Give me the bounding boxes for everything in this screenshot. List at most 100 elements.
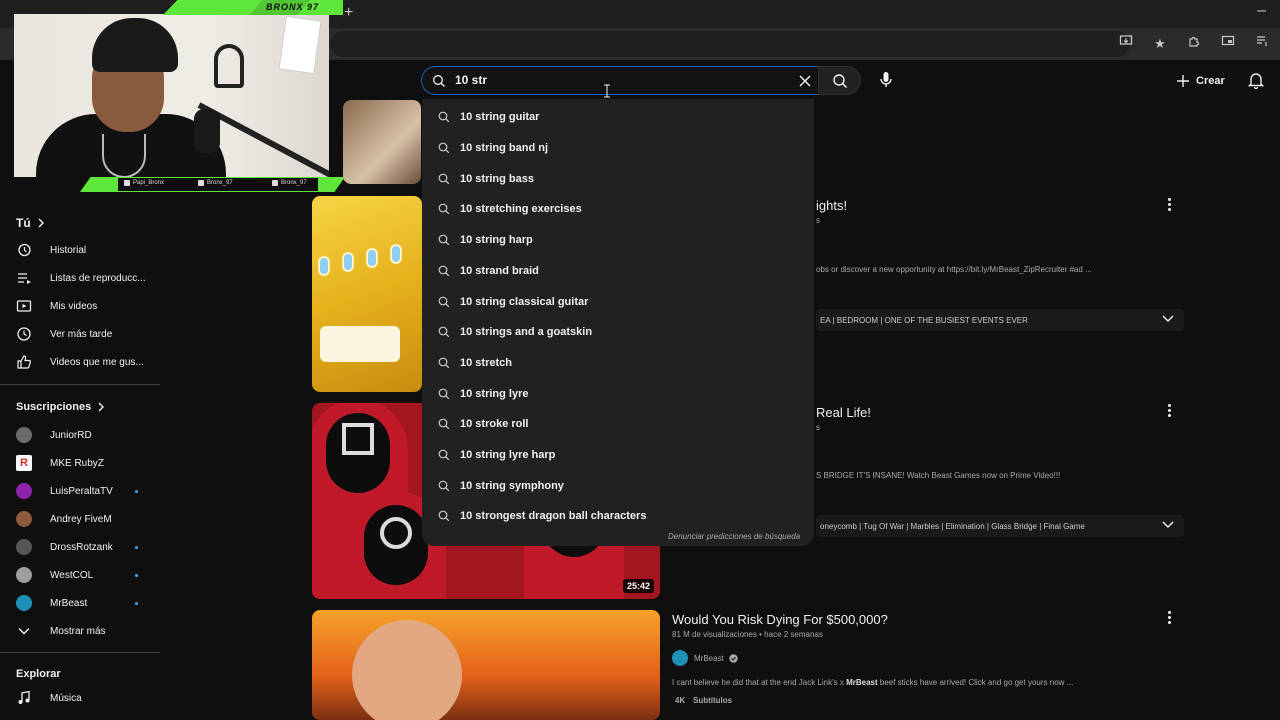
sidebar-divider xyxy=(0,384,160,385)
like-icon xyxy=(16,354,32,370)
search-input[interactable]: 10 str xyxy=(421,66,818,95)
suggestion-text: 10 string bass xyxy=(460,173,534,185)
voice-search-mic-icon[interactable] xyxy=(876,71,896,89)
search-suggestion[interactable]: 10 string bass xyxy=(422,165,814,193)
sidebar-item-liked-videos[interactable]: Videos que me gus... xyxy=(16,352,144,372)
video-chapters-bar[interactable]: oneycomb | Tug Of War | Marbles | Elimin… xyxy=(816,515,1184,537)
clear-search-icon[interactable] xyxy=(797,73,813,89)
search-suggestion[interactable]: 10 stretch xyxy=(422,349,814,377)
history-icon xyxy=(16,242,32,258)
search-icon xyxy=(833,74,848,89)
sidebar-you-heading[interactable]: Tú xyxy=(16,216,45,230)
youtube-icon xyxy=(272,180,278,186)
search-suggestion[interactable]: 10 string classical guitar xyxy=(422,288,814,316)
sidebar-item-playlists[interactable]: Listas de reproducc... xyxy=(16,268,146,288)
search-icon xyxy=(438,203,450,215)
video-duration: 25:42 xyxy=(622,579,654,593)
video-thumbnail[interactable] xyxy=(343,100,421,184)
chevron-down-icon xyxy=(1162,315,1174,322)
chapters-text: EA | BEDROOM | ONE OF THE BUSIEST EVENTS… xyxy=(820,315,1028,325)
report-predictions-link[interactable]: Denunciar predicciones de búsqueda xyxy=(668,532,800,541)
suggestion-text: 10 string classical guitar xyxy=(460,296,589,308)
sidebar-explore-heading: Explorar xyxy=(16,668,61,680)
sidebar-subscription[interactable]: JuniorRD xyxy=(16,425,92,445)
sidebar-item-my-videos[interactable]: Mis videos xyxy=(16,296,97,316)
video-options-menu[interactable] xyxy=(1168,404,1172,419)
sidebar-item-watch-later[interactable]: Ver más tarde xyxy=(16,324,112,344)
sidebar-heading-label: Explorar xyxy=(16,668,61,680)
search-suggestion[interactable]: 10 stroke roll xyxy=(422,410,814,438)
search-suggestion[interactable]: 10 string symphony xyxy=(422,472,814,500)
cast-icon[interactable] xyxy=(1218,34,1238,54)
reading-list-icon[interactable] xyxy=(1252,34,1272,54)
subscription-label: Andrey FiveM xyxy=(50,513,112,525)
plus-icon xyxy=(1177,75,1189,87)
search-suggestion[interactable]: 10 strand braid xyxy=(422,257,814,285)
sidebar-item-label: Listas de reproducc... xyxy=(50,272,146,284)
install-app-icon[interactable] xyxy=(1116,34,1136,54)
subscription-label: MKE RubyZ xyxy=(50,457,104,469)
search-suggestion[interactable]: 10 string lyre xyxy=(422,380,814,408)
description-text: beef sticks have arrived! Click and go g… xyxy=(877,678,1074,687)
minimize-window-button[interactable]: – xyxy=(1257,2,1266,20)
search-suggestion[interactable]: 10 string lyre harp xyxy=(422,441,814,469)
sidebar-show-more[interactable]: Mostrar más xyxy=(16,621,106,641)
suggestion-text: 10 string symphony xyxy=(460,480,564,492)
search-suggestion[interactable]: 10 string guitar xyxy=(422,103,814,131)
extensions-icon[interactable] xyxy=(1184,34,1204,54)
video-meta: s xyxy=(816,216,820,225)
search-button[interactable] xyxy=(818,66,861,95)
video-chapters-bar[interactable]: EA | BEDROOM | ONE OF THE BUSIEST EVENTS… xyxy=(816,309,1184,331)
video-title[interactable]: Real Life! xyxy=(816,405,871,420)
suggestion-text: 10 stretch xyxy=(460,357,512,369)
bookmark-star-icon[interactable]: ★ xyxy=(1150,34,1170,54)
sidebar-subscription[interactable]: R MKE RubyZ xyxy=(16,453,104,473)
address-bar[interactable] xyxy=(330,31,1130,57)
description-text: I cant believe he did that at the end Ja… xyxy=(672,678,847,687)
sidebar-subscription[interactable]: LuisPeraltaTV xyxy=(16,481,113,501)
text-cursor-icon xyxy=(604,84,610,98)
subscription-label: JuniorRD xyxy=(50,429,92,441)
social-handle: Bronx_97 xyxy=(207,180,233,186)
suggestion-text: 10 strings and a goatskin xyxy=(460,326,593,338)
video-options-menu[interactable] xyxy=(1168,198,1172,213)
webcam-overlay xyxy=(14,14,329,177)
music-icon xyxy=(16,690,32,706)
sidebar-subscription[interactable]: MrBeast xyxy=(16,593,87,613)
suggestion-text: 10 string guitar xyxy=(460,111,540,123)
channel-avatar[interactable] xyxy=(672,650,688,666)
video-thumbnail[interactable] xyxy=(312,196,422,392)
sidebar-subscription[interactable]: Andrey FiveM xyxy=(16,509,112,529)
new-tab-button[interactable]: + xyxy=(344,4,353,22)
video-title[interactable]: ights! xyxy=(816,198,847,213)
search-suggestion[interactable]: 10 strongest dragon ball characters xyxy=(422,502,814,530)
create-button[interactable]: Crear xyxy=(1176,70,1225,92)
channel-avatar xyxy=(16,567,32,583)
verified-check-icon xyxy=(729,654,738,663)
search-icon xyxy=(438,234,450,246)
subscription-label: WestCOL xyxy=(50,569,94,581)
live-indicator-dot xyxy=(135,546,138,549)
sidebar-item-history[interactable]: Historial xyxy=(16,240,86,260)
video-title[interactable]: Would You Risk Dying For $500,000? xyxy=(672,612,888,627)
channel-name[interactable]: MrBeast xyxy=(694,654,724,663)
sidebar-item-music[interactable]: Música xyxy=(16,688,82,708)
sidebar-subscriptions-heading[interactable]: Suscripciones xyxy=(16,401,105,413)
search-suggestion[interactable]: 10 stretching exercises xyxy=(422,195,814,223)
sidebar-item-label: Videos que me gus... xyxy=(50,356,144,368)
search-suggestion[interactable]: 10 strings and a goatskin xyxy=(422,318,814,346)
video-options-menu[interactable] xyxy=(1168,611,1172,626)
notifications-bell-icon[interactable] xyxy=(1248,71,1264,89)
sidebar: Tú Historial Listas de reproducc... Mis … xyxy=(0,200,160,720)
sidebar-subscription[interactable]: WestCOL xyxy=(16,565,93,585)
sidebar-subscription[interactable]: DrossRotzank xyxy=(16,537,113,557)
video-thumbnail[interactable] xyxy=(312,610,660,720)
search-icon xyxy=(438,173,450,185)
channel-avatar xyxy=(16,427,32,443)
suggestion-text: 10 strongest dragon ball characters xyxy=(460,510,647,522)
show-more-label: Mostrar más xyxy=(50,625,106,637)
search-suggestion[interactable]: 10 string band nj xyxy=(422,134,814,162)
search-icon xyxy=(438,449,450,461)
search-icon xyxy=(438,388,450,400)
search-suggestion[interactable]: 10 string harp xyxy=(422,226,814,254)
